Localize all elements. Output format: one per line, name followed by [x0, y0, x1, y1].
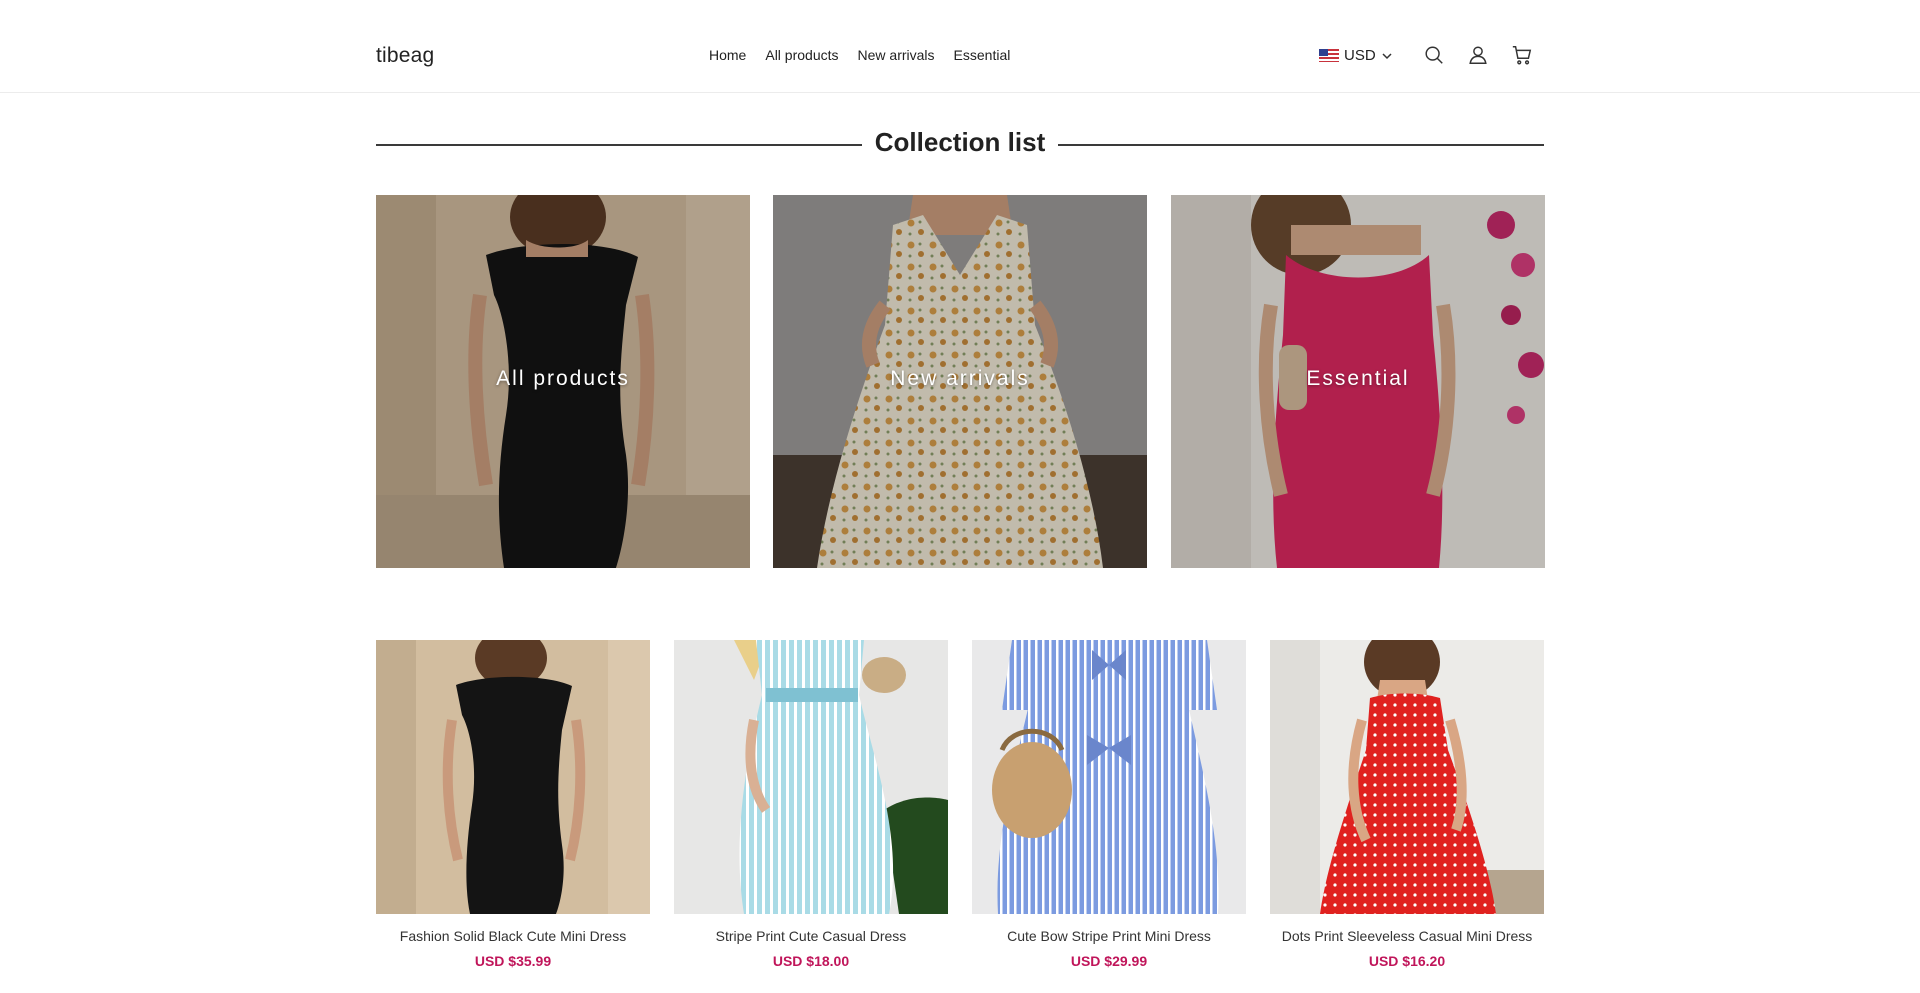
main-nav: Home All products New arrivals Essential — [709, 47, 1010, 63]
nav-home[interactable]: Home — [709, 47, 746, 63]
product-image-bow-stripe-dress — [972, 640, 1246, 914]
site-logo[interactable]: tibeag — [376, 44, 434, 68]
search-icon[interactable] — [1423, 44, 1445, 66]
collection-tile-new-arrivals[interactable]: New arrivals — [773, 195, 1147, 568]
product-name[interactable]: Stripe Print Cute Casual Dress — [674, 928, 948, 944]
product-image-red-dots-dress — [1270, 640, 1544, 914]
product-card[interactable]: Fashion Solid Black Cute Mini Dress USD … — [376, 640, 650, 969]
product-card[interactable]: Cute Bow Stripe Print Mini Dress USD $29… — [972, 640, 1246, 969]
us-flag-icon — [1319, 49, 1339, 62]
collection-heading: Collection list — [376, 127, 1544, 163]
product-image[interactable] — [674, 640, 948, 914]
collection-tile-essential[interactable]: Essential — [1171, 195, 1545, 568]
product-price: USD $29.99 — [1070, 953, 1148, 969]
collection-title: Collection list — [874, 127, 1046, 157]
cart-icon[interactable] — [1511, 44, 1533, 66]
currency-label: USD — [1344, 47, 1376, 64]
nav-new-arrivals[interactable]: New arrivals — [858, 47, 935, 63]
product-card[interactable]: Dots Print Sleeveless Casual Mini Dress … — [1270, 640, 1544, 969]
product-price: USD $35.99 — [474, 953, 552, 969]
collection-tile-label: All products — [496, 367, 630, 390]
site-header: tibeag Home All products New arrivals Es… — [0, 0, 1920, 93]
product-price: USD $18.00 — [772, 953, 850, 969]
product-card[interactable]: Stripe Print Cute Casual Dress USD $18.0… — [674, 640, 948, 969]
chevron-down-icon — [1382, 52, 1392, 59]
product-image-black-dress — [376, 640, 650, 914]
product-price: USD $16.20 — [1368, 953, 1446, 969]
product-name[interactable]: Fashion Solid Black Cute Mini Dress — [376, 928, 650, 944]
collection-tile-all-products[interactable]: All products — [376, 195, 750, 568]
product-name[interactable]: Cute Bow Stripe Print Mini Dress — [972, 928, 1246, 944]
product-image[interactable] — [972, 640, 1246, 914]
heading-divider-right — [1058, 144, 1544, 146]
product-name[interactable]: Dots Print Sleeveless Casual Mini Dress — [1270, 928, 1544, 944]
collection-tile-label: New arrivals — [890, 367, 1030, 390]
currency-selector[interactable]: USD — [1319, 47, 1393, 64]
product-image[interactable] — [376, 640, 650, 914]
product-image-blue-stripe-dress — [674, 640, 948, 914]
nav-all-products[interactable]: All products — [765, 47, 838, 63]
collection-tile-label: Essential — [1306, 367, 1410, 390]
nav-essential[interactable]: Essential — [954, 47, 1011, 63]
user-icon[interactable] — [1467, 44, 1489, 66]
product-image[interactable] — [1270, 640, 1544, 914]
